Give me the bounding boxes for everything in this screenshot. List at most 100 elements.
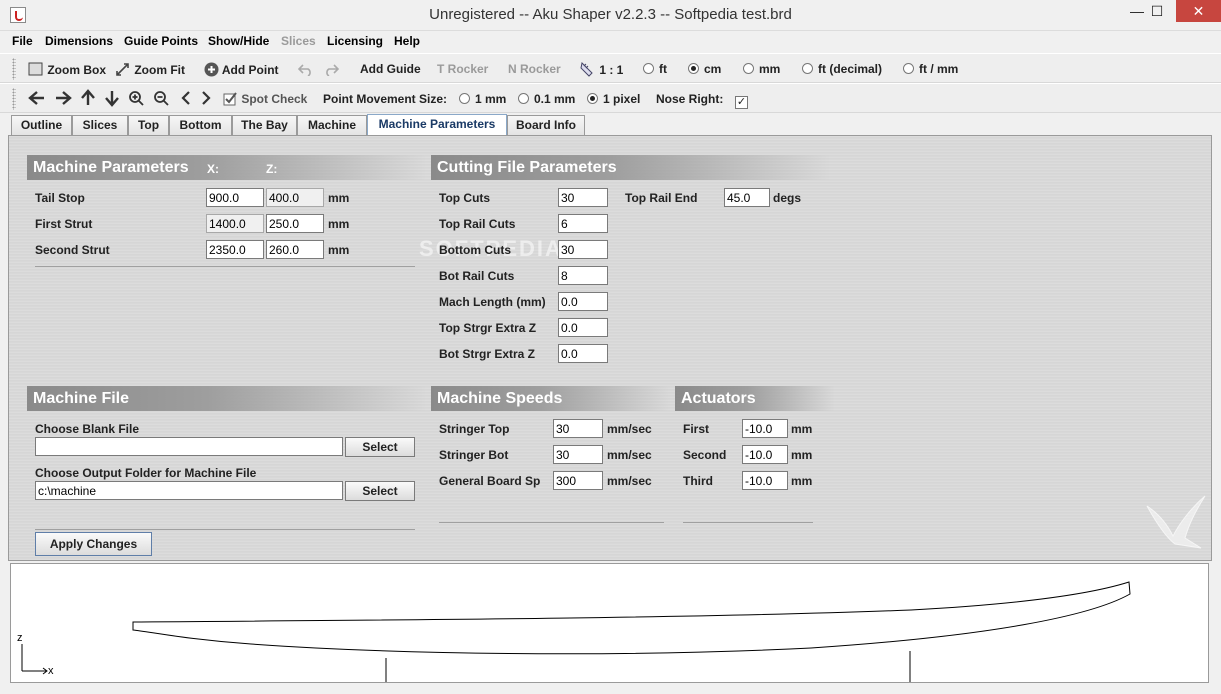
actuators-divider (683, 522, 813, 523)
board-profile-view[interactable]: z x (10, 563, 1209, 683)
top-rail-end-input[interactable] (724, 188, 770, 207)
arrow-down-icon (104, 89, 120, 110)
move-1mm-radio[interactable]: 1 mm (459, 92, 506, 106)
tab-board-info[interactable]: Board Info (507, 115, 585, 135)
second-strut-z-input[interactable] (266, 240, 324, 259)
maximize-button[interactable]: ☐ (1140, 0, 1174, 22)
zoom-out-button[interactable] (153, 90, 170, 110)
output-folder-input[interactable] (35, 481, 343, 500)
mach-length-label: Mach Length (mm) (439, 295, 546, 309)
actuator-third-input[interactable] (742, 471, 788, 490)
menu-file[interactable]: File (12, 34, 33, 48)
machine-parameters-panel: SOFTPEDIA Machine Parameters X: Z: Tail … (8, 135, 1212, 561)
tail-stop-label: Tail Stop (35, 191, 85, 205)
menu-show-hide[interactable]: Show/Hide (208, 34, 269, 48)
nose-right-check-icon: ✓ (735, 96, 748, 109)
top-strgr-extra-z-input[interactable] (558, 318, 608, 337)
actuator-first-unit: mm (791, 422, 813, 436)
first-strut-z-input[interactable] (266, 214, 324, 233)
general-board-speed-input[interactable] (553, 471, 603, 490)
unit-mm-radio[interactable]: mm (743, 62, 780, 76)
move-01mm-radio[interactable]: 0.1 mm (518, 92, 575, 106)
close-button[interactable]: ✕ (1176, 0, 1221, 22)
select-output-folder-button[interactable]: Select (345, 481, 415, 501)
add-point-button[interactable]: Add Point (204, 62, 279, 80)
arrow-down-button[interactable] (104, 89, 120, 110)
unit-ft-decimal-label: ft (decimal) (818, 62, 883, 76)
window-title: Unregistered -- Aku Shaper v2.2.3 -- Sof… (429, 6, 792, 23)
zoom-box-button[interactable]: Zoom Box (28, 62, 106, 80)
zoom-in-icon (128, 90, 145, 110)
nose-right-label: Nose Right: (656, 92, 724, 106)
title-bar: Unregistered -- Aku Shaper v2.2.3 -- Sof… (0, 0, 1221, 31)
chevron-right-icon (200, 90, 212, 109)
tab-top[interactable]: Top (128, 115, 169, 135)
tail-stop-z-input[interactable] (266, 188, 324, 207)
unit-ft-radio-dot (643, 63, 654, 74)
menu-dimensions[interactable]: Dimensions (45, 34, 113, 48)
move-1pixel-radio[interactable]: 1 pixel (587, 92, 640, 106)
arrow-left-button[interactable] (28, 90, 46, 109)
add-point-label: Add Point (221, 63, 279, 77)
add-guide-button[interactable]: Add Guide (360, 62, 421, 76)
n-rocker-button[interactable]: N Rocker (508, 62, 561, 76)
actuator-second-label: Second (683, 448, 727, 462)
menu-slices: Slices (281, 34, 316, 48)
menu-help[interactable]: Help (394, 34, 420, 48)
unit-ft-mm-label: ft / mm (919, 62, 959, 76)
stringer-bot-input[interactable] (553, 445, 603, 464)
zoom-in-button[interactable] (128, 90, 145, 110)
first-strut-x-input[interactable] (206, 214, 264, 233)
tail-stop-x-input[interactable] (206, 188, 264, 207)
tab-slices[interactable]: Slices (72, 115, 128, 135)
arrow-right-button[interactable] (54, 90, 72, 109)
spot-check-button[interactable]: Spot Check (223, 92, 307, 109)
select-blank-file-button[interactable]: Select (345, 437, 415, 457)
tab-machine-parameters[interactable]: Machine Parameters (367, 114, 507, 136)
top-rail-end-label: Top Rail End (625, 191, 698, 205)
tail-stop-unit: mm (328, 191, 350, 205)
tab-the-bay[interactable]: The Bay (232, 115, 297, 135)
scale-button[interactable]: 1 : 1 (580, 61, 623, 80)
arrow-left-icon (28, 90, 46, 109)
chevron-left-icon (180, 90, 192, 109)
actuator-second-unit: mm (791, 448, 813, 462)
toolbar-grip[interactable] (12, 58, 16, 80)
undo-button[interactable] (297, 62, 314, 79)
unit-cm-radio[interactable]: cm (688, 62, 721, 76)
bot-rail-cuts-input[interactable] (558, 266, 608, 285)
tab-machine[interactable]: Machine (297, 115, 367, 135)
unit-ft-radio[interactable]: ft (643, 62, 667, 76)
next-button[interactable] (200, 90, 212, 109)
tab-the-bay-label: The Bay (241, 118, 288, 132)
first-strut-label: First Strut (35, 217, 93, 231)
tab-bottom[interactable]: Bottom (169, 115, 232, 135)
redo-button[interactable] (323, 62, 340, 79)
arrow-up-button[interactable] (80, 89, 96, 110)
second-strut-label: Second Strut (35, 243, 110, 257)
top-cuts-input[interactable] (558, 188, 608, 207)
second-strut-x-input[interactable] (206, 240, 264, 259)
previous-button[interactable] (180, 90, 192, 109)
actuator-first-input[interactable] (742, 419, 788, 438)
machine-file-divider (35, 529, 415, 530)
t-rocker-button[interactable]: T Rocker (437, 62, 488, 76)
bottom-cuts-input[interactable] (558, 240, 608, 259)
nose-right-checkbox[interactable]: ✓ (735, 92, 748, 109)
mach-length-input[interactable] (558, 292, 608, 311)
apply-changes-button[interactable]: Apply Changes (35, 532, 152, 556)
top-rail-cuts-label: Top Rail Cuts (439, 217, 516, 231)
top-rail-cuts-input[interactable] (558, 214, 608, 233)
unit-ft-mm-radio[interactable]: ft / mm (903, 62, 958, 76)
stringer-top-input[interactable] (553, 419, 603, 438)
actuator-second-input[interactable] (742, 445, 788, 464)
zoom-fit-button[interactable]: Zoom Fit (115, 62, 185, 80)
menu-licensing[interactable]: Licensing (327, 34, 383, 48)
bot-strgr-extra-z-input[interactable] (558, 344, 608, 363)
machine-speeds-title: Machine Speeds (437, 390, 563, 407)
blank-file-input[interactable] (35, 437, 343, 456)
toolbar-grip-2[interactable] (12, 88, 16, 110)
tab-outline[interactable]: Outline (11, 115, 72, 135)
menu-guide-points[interactable]: Guide Points (124, 34, 198, 48)
unit-ft-decimal-radio[interactable]: ft (decimal) (802, 62, 882, 76)
